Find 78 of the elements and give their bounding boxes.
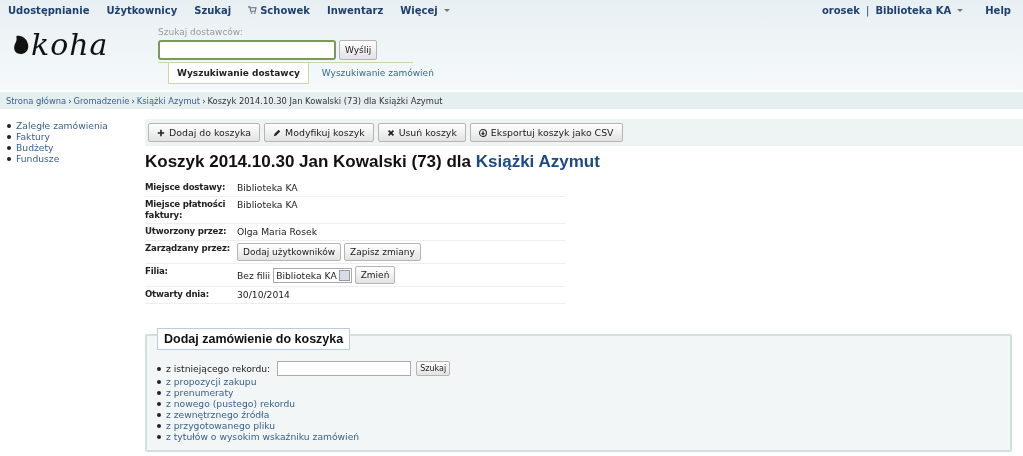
breadcrumb-current: Koszyk 2014.10.30 Jan Kowalski (73) dla Książki Azymut bbox=[207, 95, 443, 106]
field-value: Biblioteka KA bbox=[237, 182, 298, 193]
cross-icon bbox=[386, 128, 395, 137]
dropdown-icon bbox=[338, 269, 350, 281]
toolbar-button[interactable]: Eksportuj koszyk jako CSV bbox=[469, 123, 623, 142]
nav-link[interactable]: Inwentarz bbox=[326, 4, 384, 16]
cart-icon bbox=[248, 6, 258, 14]
field-label: Filia: bbox=[145, 266, 169, 278]
search-button[interactable]: Szukaj bbox=[416, 361, 451, 376]
sidebar-link[interactable]: Fundusze bbox=[16, 153, 60, 164]
download-icon bbox=[478, 128, 487, 137]
caret-icon bbox=[443, 8, 450, 12]
breadcrumb-link[interactable]: Gromadzenie bbox=[73, 95, 130, 106]
field-label: Zarządzany przez: bbox=[145, 243, 231, 255]
breadcrumb-separator: › bbox=[202, 95, 206, 106]
sidebar-link[interactable]: Zaległe zamówienia bbox=[16, 120, 108, 131]
caret-icon bbox=[957, 8, 964, 12]
pencil-icon bbox=[273, 128, 282, 137]
nav-link[interactable]: Udostępnianie bbox=[8, 4, 90, 16]
plus-icon bbox=[157, 128, 165, 137]
toolbar-button[interactable]: Usuń koszyk bbox=[377, 123, 466, 142]
field-label: Miejsce płatności faktury: bbox=[145, 199, 227, 221]
change-button[interactable]: Zmień bbox=[354, 266, 396, 284]
option-link[interactable]: z tytułów o wysokim wskaźniku zamówień bbox=[166, 431, 360, 442]
bullet-dot bbox=[7, 134, 11, 139]
option-link[interactable]: z przygotowanego pliku bbox=[166, 420, 276, 431]
bullet-dot bbox=[157, 423, 161, 428]
field-value: 30/10/2014 bbox=[237, 289, 290, 300]
user-link[interactable]: orosek bbox=[821, 4, 860, 16]
logo-icon bbox=[13, 33, 30, 55]
field-value: Bez filii bbox=[237, 269, 271, 281]
bullet-dot bbox=[7, 156, 11, 161]
field-value: Biblioteka KA bbox=[237, 199, 298, 210]
search-tab[interactable]: Wyszukiwanie dostawcy bbox=[168, 63, 309, 84]
nav-link[interactable]: Użytkownicy bbox=[106, 4, 178, 16]
bullet-dot bbox=[7, 145, 11, 150]
breadcrumb-link[interactable]: Strona główna bbox=[6, 95, 67, 106]
breadcrumb-link[interactable]: Książki Azymut bbox=[136, 95, 201, 106]
search-label: Szukaj dostawców: bbox=[158, 27, 244, 37]
library-menu[interactable]: Biblioteka KA bbox=[875, 4, 964, 16]
option-link[interactable]: z zewnętrznego źródła bbox=[166, 409, 270, 420]
option-link[interactable]: z propozycji zakupu bbox=[166, 376, 257, 387]
bullet-dot bbox=[157, 434, 161, 439]
toolbar-button[interactable]: Dodaj do koszyka bbox=[148, 123, 261, 142]
sidebar-link[interactable]: Budżety bbox=[16, 142, 54, 153]
panel-legend: Dodaj zamówienie do koszyka bbox=[157, 328, 351, 350]
bullet-dot bbox=[157, 366, 161, 371]
option-link[interactable]: z prenumeraty bbox=[166, 387, 234, 398]
bullet-dot bbox=[157, 390, 161, 395]
nav-link[interactable]: Więcej bbox=[400, 4, 450, 16]
separator: | bbox=[866, 4, 870, 16]
toolbar-button[interactable]: Modyfikuj koszyk bbox=[264, 123, 374, 142]
bullet-dot bbox=[157, 401, 161, 406]
bullet-dot bbox=[7, 123, 11, 128]
bullet-dot bbox=[157, 379, 161, 384]
field-label: Miejsce dostawy: bbox=[145, 182, 227, 194]
nav-link[interactable]: Szukaj bbox=[194, 4, 232, 16]
field-label: Otwarty dnia: bbox=[145, 289, 210, 301]
action-button[interactable]: Zapisz zmiany bbox=[344, 243, 421, 261]
logo: koha bbox=[31, 26, 109, 62]
search-tab[interactable]: Wyszukiwanie zamówień bbox=[313, 63, 442, 84]
help-link[interactable]: Help bbox=[985, 4, 1011, 16]
record-search-field[interactable] bbox=[277, 361, 412, 376]
page-title: Koszyk 2014.10.30 Jan Kowalski (73) dla Książki Azymut bbox=[145, 152, 601, 172]
submit-button[interactable]: Wyślij bbox=[339, 40, 378, 60]
nav-link[interactable]: Schowek bbox=[248, 4, 310, 16]
breadcrumb-separator: › bbox=[131, 95, 135, 106]
sidebar-link[interactable]: Faktury bbox=[16, 131, 51, 142]
vendor-link[interactable]: Książki Azymut bbox=[475, 152, 600, 171]
field-label: Utworzony przez: bbox=[145, 226, 228, 238]
bullet-dot bbox=[157, 412, 161, 417]
search-label: z istniejącego rekordu: bbox=[166, 363, 271, 374]
option-link[interactable]: z nowego (pustego) rekordu bbox=[166, 398, 296, 409]
action-button[interactable]: Dodaj użytkowników bbox=[237, 243, 342, 261]
field-value: Olga Maria Rosek bbox=[237, 226, 317, 237]
branch-select[interactable]: Biblioteka KA bbox=[273, 267, 352, 283]
search-field[interactable] bbox=[158, 40, 336, 60]
breadcrumb-separator: › bbox=[68, 95, 72, 106]
